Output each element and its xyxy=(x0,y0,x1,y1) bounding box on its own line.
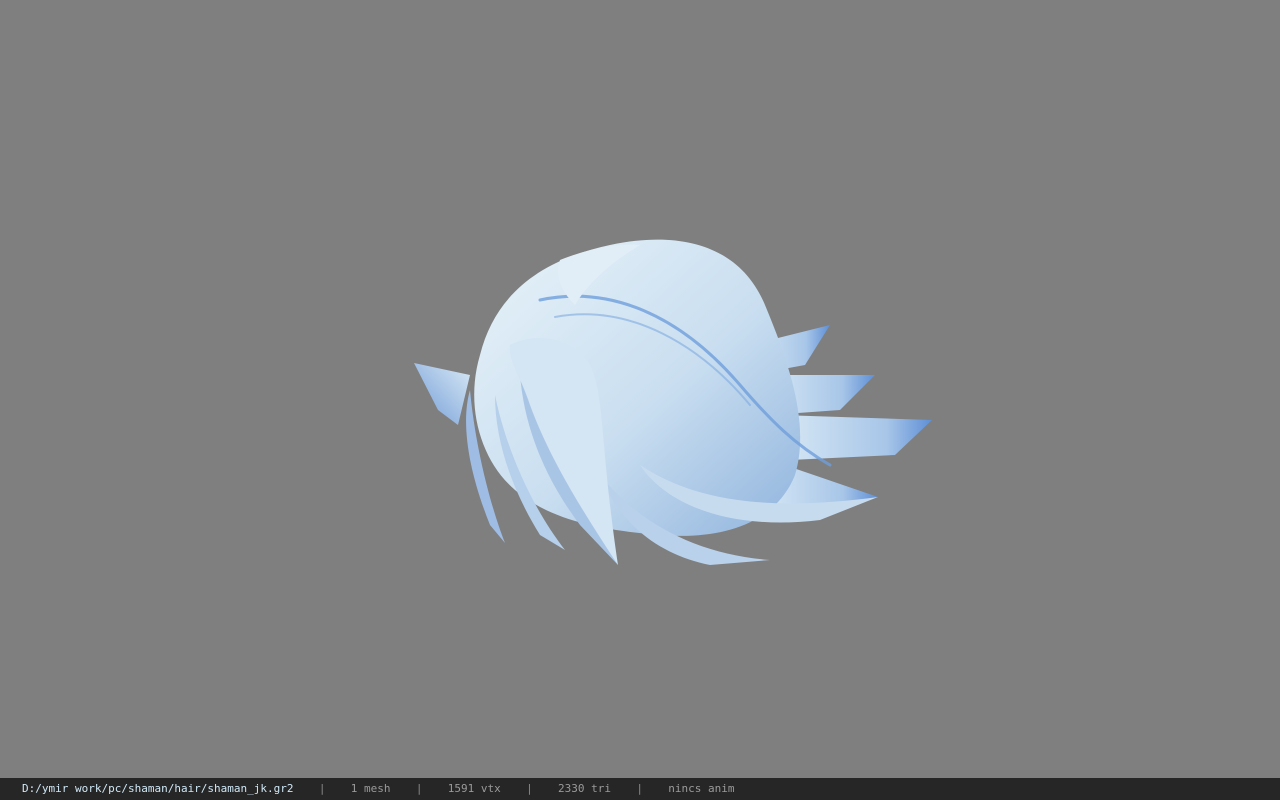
triangle-count: 2330 tri xyxy=(558,782,611,795)
hair-model[interactable] xyxy=(400,225,945,575)
separator: | xyxy=(636,782,643,795)
separator: | xyxy=(415,782,423,795)
separator: | xyxy=(526,782,533,795)
animation-status: nincs anim xyxy=(668,782,735,795)
file-path: D:/ymir work/pc/shaman/hair/shaman_jk.gr… xyxy=(22,782,294,795)
hair-spike xyxy=(414,363,470,425)
vertex-count: 1591 vtx xyxy=(447,782,501,795)
hair-spike xyxy=(780,415,932,460)
mesh-count: 1 mesh xyxy=(350,782,391,795)
separator: | xyxy=(318,782,326,795)
status-bar: D:/ymir work/pc/shaman/hair/shaman_jk.gr… xyxy=(0,778,1280,800)
3d-viewport[interactable] xyxy=(0,0,1280,778)
